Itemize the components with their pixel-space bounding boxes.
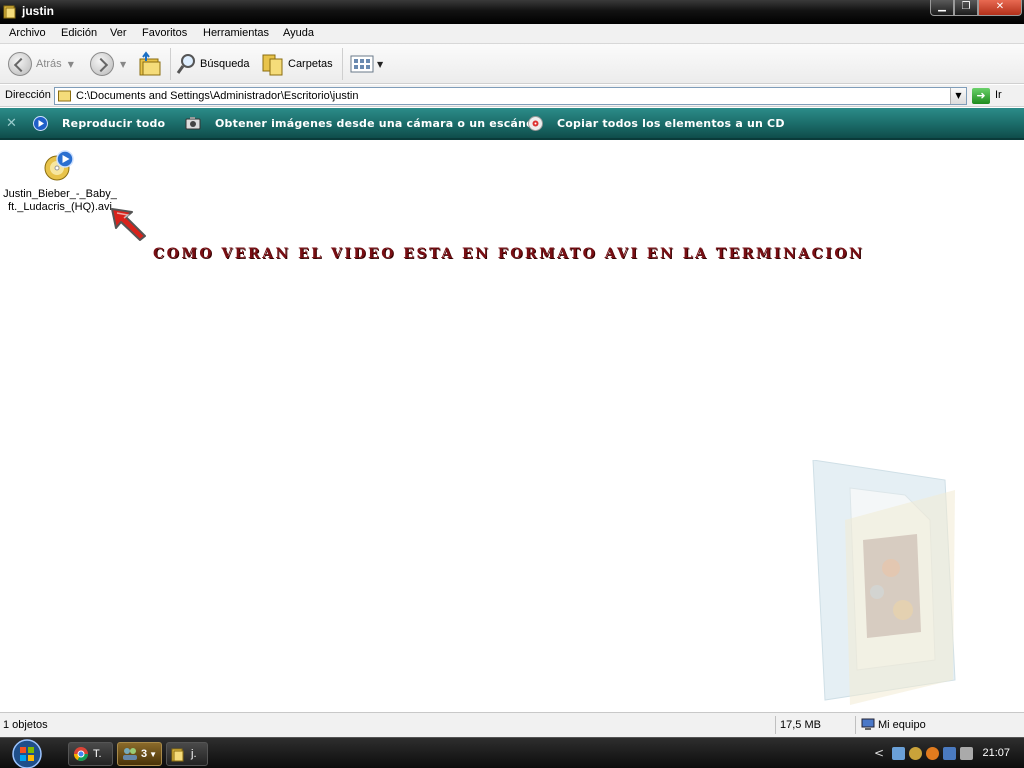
chrome-icon (74, 747, 88, 761)
volume-icon[interactable] (960, 747, 973, 760)
cd-burn-icon (528, 115, 543, 131)
folder-icon (3, 5, 16, 19)
file-list-area[interactable]: Justin_Bieber_-_Baby_ ft._Ludacris_(HQ).… (0, 142, 1024, 712)
warning-icon[interactable] (909, 747, 922, 760)
address-input[interactable]: C:\Documents and Settings\Administrador\… (54, 87, 967, 105)
taskbar-item-group[interactable]: 3 ▼ (117, 742, 162, 766)
search-button[interactable]: Búsqueda (176, 44, 250, 84)
menu-archivo[interactable]: Archivo (9, 27, 46, 39)
task-play-all[interactable]: Reproducir todo (33, 108, 165, 138)
go-button[interactable]: Ir (995, 89, 1002, 101)
pointer-arrow-icon (111, 208, 146, 241)
search-label: Búsqueda (200, 58, 250, 70)
system-tray: < 21:07 (864, 738, 1024, 768)
menu-ayuda[interactable]: Ayuda (283, 27, 314, 39)
taskbar-item-label: j. (191, 748, 197, 760)
video-folder-watermark-icon (812, 460, 956, 705)
maximize-button[interactable]: ❐ (954, 0, 978, 16)
go-arrow-icon[interactable]: ➜ (972, 88, 990, 104)
media-cd-icon (44, 150, 74, 181)
address-bar: Dirección C:\Documents and Settings\Admi… (0, 85, 1024, 107)
status-size: 17,5 MB (780, 719, 821, 731)
window-title: justin (22, 4, 54, 18)
up-folder-button[interactable] (138, 44, 162, 84)
start-orb-icon[interactable] (6, 739, 48, 768)
menu-favoritos[interactable]: Favoritos (142, 27, 187, 39)
views-button[interactable]: ▼ (350, 44, 383, 84)
play-icon (33, 115, 48, 131)
taskbar-item-label: T. (93, 748, 102, 760)
chevron-down-icon[interactable]: ▼ (950, 88, 966, 104)
taskbar-item-folder[interactable]: j. (166, 742, 208, 766)
file-item[interactable]: Justin_Bieber_-_Baby_ ft._Ludacris_(HQ).… (2, 146, 118, 216)
forward-arrow-icon (90, 52, 114, 76)
folder-icon (58, 90, 71, 102)
status-bar: 1 objetos 17,5 MB Mi equipo (0, 712, 1024, 737)
camera-icon (185, 117, 201, 130)
taskbar-item-count: 3 (141, 748, 148, 760)
menu-herramientas[interactable]: Herramientas (203, 27, 269, 39)
toolbar: Atrás ▼ ▼ Búsqueda Carpetas ▼ (0, 44, 1024, 84)
views-icon (350, 55, 374, 73)
back-button[interactable]: Atrás ▼ (8, 44, 74, 84)
folders-label: Carpetas (288, 58, 333, 70)
chevron-down-icon[interactable]: ▼ (377, 60, 383, 69)
address-label: Dirección (5, 89, 51, 101)
network-icon[interactable] (943, 747, 956, 760)
chevron-down-icon: ▼ (149, 749, 158, 759)
status-divider (775, 716, 776, 734)
taskbar-item-chrome[interactable]: T. (68, 742, 113, 766)
task-copy-cd[interactable]: Copiar todos los elementos a un CD (528, 108, 785, 138)
menu-ver[interactable]: Ver (110, 27, 127, 39)
chevron-down-icon[interactable]: ▼ (68, 60, 74, 69)
close-button[interactable]: ✕ (978, 0, 1022, 16)
close-icon[interactable]: ✕ (6, 116, 17, 131)
users-icon (123, 748, 137, 760)
address-path: C:\Documents and Settings\Administrador\… (76, 90, 359, 102)
status-object-count: 1 objetos (3, 719, 48, 731)
minimize-button[interactable]: ▁ (930, 0, 954, 16)
network-users-icon[interactable] (892, 747, 905, 760)
folders-icon (262, 54, 283, 76)
tasks-bar: ✕ Reproducir todo Obtener imágenes desde… (0, 108, 1024, 140)
search-icon (176, 54, 195, 74)
tray-expand-icon[interactable]: < (874, 746, 884, 760)
menu-bar: Archivo Edición Ver Favoritos Herramient… (0, 24, 1024, 44)
update-icon[interactable] (926, 747, 939, 760)
toolbar-divider (342, 48, 343, 80)
title-bar[interactable]: justin ▁ ❐ ✕ (0, 0, 1024, 24)
clock[interactable]: 21:07 (982, 747, 1010, 759)
my-computer-icon (861, 718, 875, 730)
windows-taskbar: T. 3 ▼ j. < 21:07 (0, 737, 1024, 768)
task-play-all-label: Reproducir todo (62, 116, 166, 130)
menu-edicion[interactable]: Edición (61, 27, 97, 39)
forward-button[interactable]: ▼ (90, 44, 126, 84)
folders-button[interactable]: Carpetas (262, 44, 333, 84)
up-folder-icon (139, 51, 161, 76)
back-arrow-icon (8, 52, 32, 76)
file-name: Justin_Bieber_-_Baby_ ft._Ludacris_(HQ).… (3, 188, 117, 213)
annotation-text: Como veran el video esta en formato avi … (153, 246, 865, 262)
toolbar-divider (170, 48, 171, 80)
status-location: Mi equipo (878, 719, 926, 731)
task-get-images-label: Obtener imágenes desde una cámara o un e… (215, 116, 540, 130)
status-divider (855, 716, 856, 734)
task-get-images[interactable]: Obtener imágenes desde una cámara o un e… (185, 108, 539, 138)
task-copy-cd-label: Copiar todos los elementos a un CD (557, 116, 785, 130)
back-label: Atrás (36, 58, 62, 70)
chevron-down-icon[interactable]: ▼ (120, 60, 126, 69)
folder-icon (171, 748, 184, 761)
